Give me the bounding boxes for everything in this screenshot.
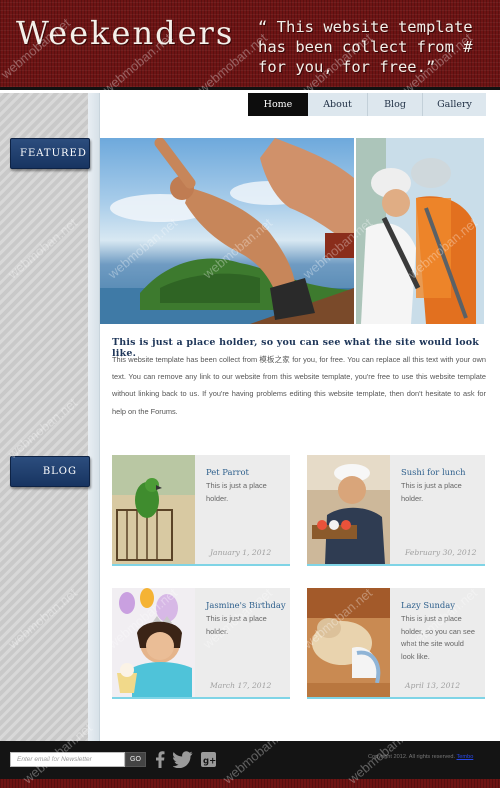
newsletter-go-button[interactable]: GO [125,752,146,767]
blog-card-lazy-sunday[interactable]: Lazy Sunday This is just a place holder,… [307,588,485,699]
nav-gallery[interactable]: Gallery [423,93,486,116]
card-text: This is just a place holder. [206,614,267,636]
blog-card-jasmines-birthday[interactable]: Jasmine's Birthday This is just a place … [112,588,290,699]
intro-body: This website template has been collect f… [112,355,486,416]
copyright-text: Copyright 2012. All rights reserved. Tem… [368,754,494,760]
card-title[interactable]: Pet Parrot [206,467,286,477]
card-title[interactable]: Sushi for lunch [401,467,481,477]
copyright-link[interactable]: Tembo [457,754,474,760]
sushi-chef-photo [307,455,390,564]
svg-text:g+: g+ [203,757,216,767]
card-text: This is just a place holder. [206,481,267,503]
card-title[interactable]: Lazy Sunday [401,600,481,610]
card-date: March 17, 2012 [210,681,272,690]
card-title[interactable]: Jasmine's Birthday [206,600,286,610]
copyright-label: Copyright 2012. All rights reserved. [368,754,456,760]
card-text: This is just a place holder, so you can … [401,614,475,661]
zipline-couple-photo [356,138,484,324]
twitter-icon[interactable] [172,751,193,769]
site-logo[interactable]: Weekenders [16,14,234,52]
site-tagline: “ This website template has been collect… [258,18,473,76]
facebook-icon[interactable] [155,751,165,768]
sleeping-dog-photo [307,588,390,697]
cliff-jumping-man-photo [100,138,354,324]
nav-blog[interactable]: Blog [368,93,423,116]
googleplus-icon[interactable]: g+ [201,751,216,768]
left-column [0,93,88,741]
parrot-photo [112,455,195,564]
newsletter-email-input[interactable] [10,752,125,767]
card-date: January 1, 2012 [210,548,272,557]
left-column-edge [88,93,100,741]
birthday-girl-photo [112,588,195,697]
card-text: This is just a place holder. [401,481,462,503]
blog-ribbon: BLOG [10,456,90,487]
nav-home[interactable]: Home [248,93,308,116]
nav-about[interactable]: About [308,93,368,116]
site-header: Weekenders “ This website template has b… [0,0,500,90]
blog-card-sushi-for-lunch[interactable]: Sushi for lunch This is just a place hol… [307,455,485,566]
footer-band [0,779,500,788]
main-nav: Home About Blog Gallery [248,93,486,116]
blog-card-pet-parrot[interactable]: Pet Parrot This is just a place holder. … [112,455,290,566]
featured-ribbon: FEATURED [10,138,90,169]
card-date: February 30, 2012 [405,548,477,557]
card-date: April 13, 2012 [405,681,461,690]
